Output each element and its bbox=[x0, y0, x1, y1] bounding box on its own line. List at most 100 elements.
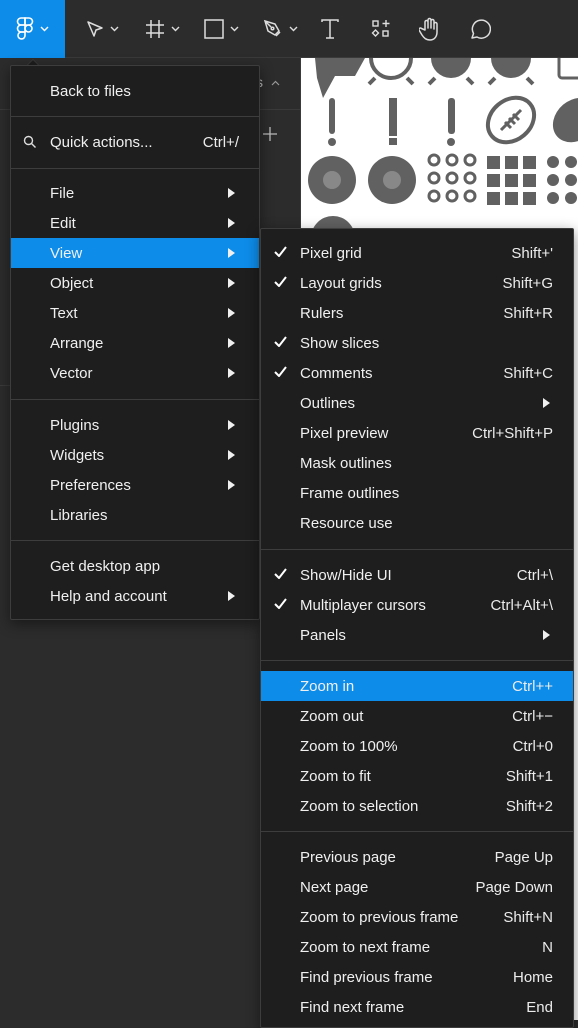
view-item-mask-outlines[interactable]: Mask outlines bbox=[261, 448, 573, 478]
menu-item-label: Preferences bbox=[50, 476, 131, 494]
football-filled-icon bbox=[552, 97, 578, 143]
menu-item-object[interactable]: Object bbox=[11, 268, 259, 298]
view-item-show-hide-ui[interactable]: Show/Hide UI Ctrl+\ bbox=[261, 560, 573, 590]
menu-separator bbox=[11, 540, 259, 541]
main-menu: Back to files Quick actions... Ctrl+/ Fi… bbox=[10, 65, 260, 620]
menu-item-shortcut: Ctrl+0 bbox=[512, 737, 553, 755]
menu-item-text[interactable]: Text bbox=[11, 298, 259, 328]
speech-bubble-icon bbox=[315, 58, 365, 98]
view-item-pixel-grid[interactable]: Pixel grid Shift+' bbox=[261, 238, 573, 268]
view-item-zoom-to-next-frame[interactable]: Zoom to next frame N bbox=[261, 932, 573, 962]
menu-item-label: Zoom to fit bbox=[300, 767, 371, 785]
view-item-comments[interactable]: Comments Shift+C bbox=[261, 358, 573, 388]
menu-item-shortcut: Shift+R bbox=[503, 304, 553, 322]
menu-item-back-to-files[interactable]: Back to files bbox=[11, 76, 259, 106]
submenu-arrow-icon bbox=[228, 338, 235, 348]
menu-item-get-desktop-app[interactable]: Get desktop app bbox=[11, 551, 259, 581]
comment-tool-button[interactable] bbox=[465, 0, 495, 58]
frame-tool-button[interactable] bbox=[140, 0, 184, 58]
submenu-arrow-icon bbox=[228, 188, 235, 198]
menu-item-label: Comments bbox=[300, 364, 373, 382]
chevron-up-icon[interactable] bbox=[271, 80, 280, 86]
submenu-arrow-icon bbox=[228, 591, 235, 601]
view-item-multiplayer-cursors[interactable]: Multiplayer cursors Ctrl+Alt+\ bbox=[261, 590, 573, 620]
menu-item-vector[interactable]: Vector bbox=[11, 358, 259, 388]
menu-item-label: Back to files bbox=[50, 82, 131, 100]
main-menu-button[interactable] bbox=[0, 0, 65, 58]
view-item-layout-grids[interactable]: Layout grids Shift+G bbox=[261, 268, 573, 298]
submenu-arrow-icon bbox=[228, 368, 235, 378]
menu-item-edit[interactable]: Edit bbox=[11, 208, 259, 238]
menu-item-label: Help and account bbox=[50, 587, 167, 605]
view-item-resource-use[interactable]: Resource use bbox=[261, 508, 573, 538]
move-tool-button[interactable] bbox=[80, 0, 124, 58]
menu-item-label: Object bbox=[50, 274, 94, 292]
menu-item-label: Get desktop app bbox=[50, 557, 161, 575]
menu-item-label: Mask outlines bbox=[300, 454, 392, 472]
resources-button[interactable] bbox=[366, 0, 396, 58]
menu-item-shortcut: Ctrl+\ bbox=[516, 566, 553, 584]
menu-item-label: Find next frame bbox=[300, 998, 405, 1016]
menu-item-label: Find previous frame bbox=[300, 968, 433, 986]
menu-item-help-and-account[interactable]: Help and account bbox=[11, 581, 259, 611]
menu-item-view[interactable]: View bbox=[11, 238, 259, 268]
menu-item-label: Multiplayer cursors bbox=[300, 596, 426, 614]
alarm-clock-outline-icon bbox=[367, 58, 415, 86]
alarm-clock-filled-icon bbox=[487, 58, 535, 86]
view-item-outlines[interactable]: Outlines bbox=[261, 388, 573, 418]
chevron-down-icon bbox=[289, 26, 297, 32]
move-cursor-icon bbox=[86, 21, 103, 37]
pen-icon bbox=[263, 19, 281, 37]
menu-separator bbox=[11, 399, 259, 400]
menu-item-label: Plugins bbox=[50, 416, 100, 434]
menu-item-preferences[interactable]: Preferences bbox=[11, 470, 259, 500]
view-item-previous-page[interactable]: Previous page Page Up bbox=[261, 842, 573, 872]
view-item-panels[interactable]: Panels bbox=[261, 620, 573, 650]
menu-item-label: Pixel grid bbox=[300, 244, 362, 262]
menu-item-plugins[interactable]: Plugins bbox=[11, 410, 259, 440]
aperture-icon bbox=[308, 156, 356, 204]
view-item-next-page[interactable]: Next page Page Down bbox=[261, 872, 573, 902]
dots-grid-outline-icon bbox=[427, 153, 477, 203]
add-page-icon[interactable] bbox=[262, 126, 278, 142]
menu-item-shortcut: Ctrl+Shift+P bbox=[472, 424, 553, 442]
menu-item-libraries[interactable]: Libraries bbox=[11, 500, 259, 530]
figma-logo-icon bbox=[16, 17, 34, 40]
pen-tool-button[interactable] bbox=[258, 0, 302, 58]
view-item-show-slices[interactable]: Show slices bbox=[261, 328, 573, 358]
view-item-zoom-out[interactable]: Zoom out Ctrl+− bbox=[261, 701, 573, 731]
text-tool-button[interactable] bbox=[315, 0, 345, 58]
toolbar bbox=[0, 0, 578, 58]
view-item-zoom-in[interactable]: Zoom in Ctrl++ bbox=[261, 671, 573, 701]
view-item-find-previous-frame[interactable]: Find previous frame Home bbox=[261, 962, 573, 992]
menu-separator bbox=[11, 116, 259, 117]
view-item-zoom-to-fit[interactable]: Zoom to fit Shift+1 bbox=[261, 761, 573, 791]
menu-item-label: File bbox=[50, 184, 75, 202]
football-outline-icon bbox=[485, 95, 537, 145]
checkmark-icon bbox=[274, 568, 287, 579]
menu-item-label: Pixel preview bbox=[300, 424, 389, 442]
menu-item-shortcut: Shift+' bbox=[511, 244, 553, 262]
menu-item-label: Zoom out bbox=[300, 707, 364, 725]
view-item-pixel-preview[interactable]: Pixel preview Ctrl+Shift+P bbox=[261, 418, 573, 448]
menu-item-arrange[interactable]: Arrange bbox=[11, 328, 259, 358]
exclamation-icon bbox=[328, 98, 336, 146]
hand-tool-button[interactable] bbox=[415, 0, 445, 58]
dots-grid-filled-icon bbox=[547, 156, 577, 204]
view-item-frame-outlines[interactable]: Frame outlines bbox=[261, 478, 573, 508]
menu-item-shortcut: Shift+2 bbox=[505, 797, 553, 815]
menu-item-widgets[interactable]: Widgets bbox=[11, 440, 259, 470]
view-item-rulers[interactable]: Rulers Shift+R bbox=[261, 298, 573, 328]
view-item-zoom-to-selection[interactable]: Zoom to selection Shift+2 bbox=[261, 791, 573, 821]
menu-item-file[interactable]: File bbox=[11, 178, 259, 208]
menu-item-quick-actions[interactable]: Quick actions... Ctrl+/ bbox=[11, 127, 259, 157]
view-item-find-next-frame[interactable]: Find next frame End bbox=[261, 992, 573, 1022]
menu-separator bbox=[261, 660, 573, 661]
view-item-zoom-to-previous-frame[interactable]: Zoom to previous frame Shift+N bbox=[261, 902, 573, 932]
view-submenu: Pixel grid Shift+' Layout grids Shift+G Ru… bbox=[260, 228, 574, 1028]
shape-tool-button[interactable] bbox=[199, 0, 243, 58]
view-item-zoom-to-100[interactable]: Zoom to 100% Ctrl+0 bbox=[261, 731, 573, 761]
menu-item-label: Text bbox=[50, 304, 78, 322]
checkmark-icon bbox=[274, 336, 287, 347]
checkmark-icon bbox=[274, 246, 287, 257]
